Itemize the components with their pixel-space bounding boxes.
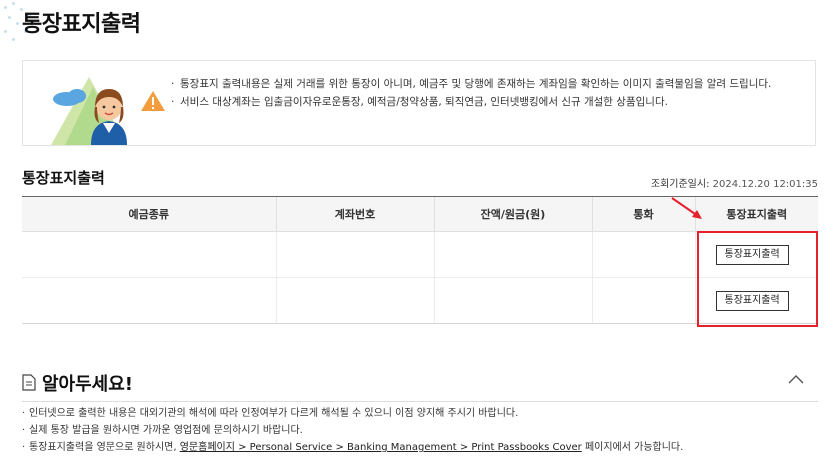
cell-balance [433, 277, 592, 324]
notes-item: 실제 통장 발급을 원하시면 가까운 영업점에 문의하시기 바랍니다. [22, 422, 683, 439]
notice-list: 통장표지 출력내용은 실제 거래를 위한 통장이 아니며, 예금주 및 당행에 … [171, 75, 791, 111]
header-account-number: 계좌번호 [275, 196, 434, 232]
chevron-up-icon[interactable] [788, 374, 804, 384]
header-balance: 잔액/원금(원) [433, 196, 592, 232]
notes-item: 인터넷으로 출력한 내용은 대외기관의 해석에 따라 인정여부가 다르게 해석될… [22, 405, 683, 422]
notes-item-suffix: 페이지에서 가능합니다. [581, 442, 684, 453]
notes-header: 알아두세요! [22, 360, 818, 402]
notes-item-prefix: 통장표지출력을 영문으로 원하시면, [29, 442, 180, 453]
query-time-label: 조회기준일시: [650, 179, 710, 190]
notice-item: 통장표지 출력내용은 실제 거래를 위한 통장이 아니며, 예금주 및 당행에 … [171, 75, 791, 93]
bank-clerk-illustration [51, 77, 165, 145]
notice-box: 통장표지 출력내용은 실제 거래를 위한 통장이 아니며, 예금주 및 당행에 … [22, 60, 816, 146]
cell-deposit-type [22, 277, 276, 324]
query-time-value: 2024.12.20 12:01:35 [712, 179, 818, 190]
cell-account-number [275, 231, 434, 278]
notice-item: 서비스 대상계좌는 입출금이자유로운통장, 예적금/청약상품, 퇴직연금, 인터… [171, 93, 791, 111]
page-title: 통장표지출력 [22, 12, 141, 37]
highlight-box [697, 231, 818, 327]
section-title: 통장표지출력 [22, 169, 105, 187]
notes-item: 통장표지출력을 영문으로 원하시면, 영문홈페이지 > Personal Ser… [22, 439, 683, 456]
cell-deposit-type [22, 231, 276, 278]
cell-currency [591, 277, 695, 324]
header-deposit-type: 예금종류 [22, 196, 276, 232]
notes-title: 알아두세요! [42, 374, 134, 395]
header-print-cover: 통장표지출력 [694, 196, 818, 232]
english-homepage-link[interactable]: 영문홈페이지 > Personal Service > Banking Mana… [180, 442, 582, 453]
document-icon [22, 374, 36, 391]
red-arrow-icon [671, 197, 702, 219]
cell-currency [591, 231, 695, 278]
query-timestamp: 조회기준일시: 2024.12.20 12:01:35 [651, 175, 818, 190]
cell-balance [433, 231, 592, 278]
cell-account-number [275, 277, 434, 324]
notes-list: 인터넷으로 출력한 내용은 대외기관의 해석에 따라 인정여부가 다르게 해석될… [22, 405, 683, 456]
